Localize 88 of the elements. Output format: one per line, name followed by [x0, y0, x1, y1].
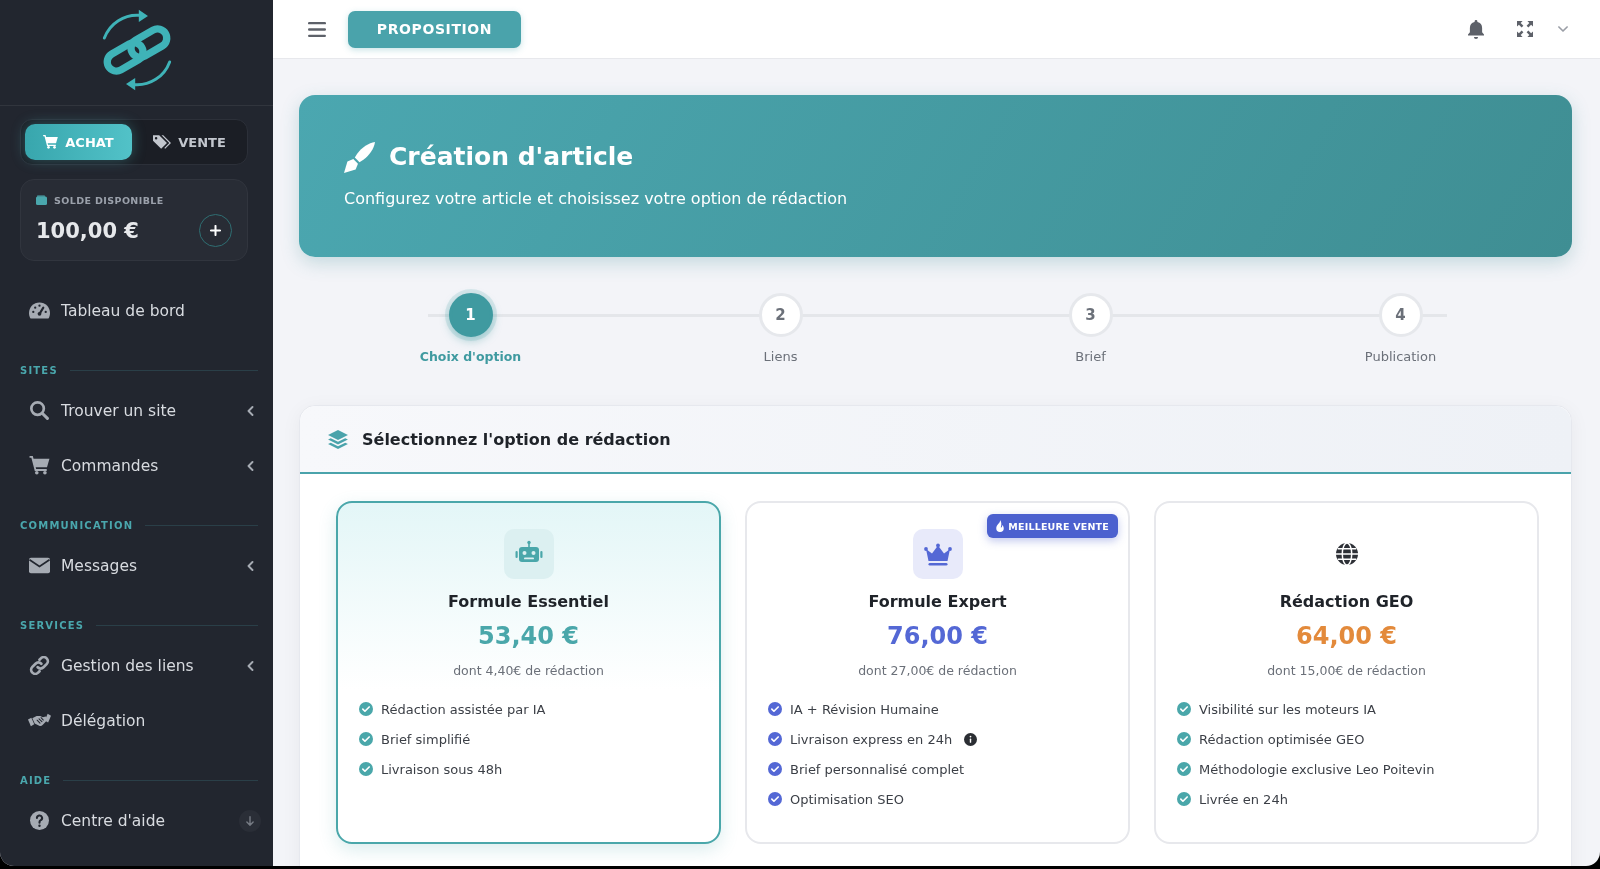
cart-icon	[29, 456, 50, 475]
check-circle-icon	[768, 732, 782, 746]
option-card[interactable]: Formule Essentiel 53,40 € dont 4,40€ de rédaction Rédaction assistée par IA Brief simplifié Livraison sous 48h	[336, 501, 721, 844]
gauge-icon	[29, 301, 50, 320]
check-circle-icon	[1177, 762, 1191, 776]
nav-section-heading: COMMUNICATION	[20, 519, 134, 531]
notification-bell-icon[interactable]	[1468, 19, 1484, 39]
feature-text: Livraison express en 24h	[790, 731, 953, 747]
step-label: Brief	[1075, 348, 1106, 366]
globe-icon	[1335, 543, 1358, 565]
option-title: Rédaction GEO	[1279, 591, 1414, 613]
check-circle-icon	[768, 702, 782, 716]
layers-icon	[328, 429, 348, 449]
feature-text: Rédaction optimisée GEO	[1199, 731, 1365, 747]
check-circle-icon	[359, 732, 373, 746]
badge-label: MEILLEURE VENTE	[1008, 520, 1109, 532]
chevron-down-icon[interactable]	[1558, 26, 1568, 32]
check-circle-icon	[1177, 792, 1191, 806]
check-circle-icon	[359, 702, 373, 716]
step-indicator: 4	[1378, 293, 1423, 337]
nav-item[interactable]: Commandes	[20, 438, 258, 493]
menu-icon[interactable]	[308, 21, 326, 37]
option-title: Formule Expert	[868, 591, 1007, 613]
price-detail: dont 15,00€ de rédaction	[1267, 662, 1426, 680]
fullscreen-icon[interactable]	[1517, 21, 1533, 37]
feature-text: Rédaction assistée par IA	[381, 701, 546, 717]
check-circle-icon	[768, 762, 782, 776]
nav-section-heading: SITES	[20, 364, 58, 376]
nav-section-heading: SERVICES	[20, 619, 85, 631]
nav-item[interactable]: Centre d'aide	[20, 793, 258, 848]
balance-label: SOLDE DISPONIBLE	[54, 194, 164, 206]
feature-text: Méthodologie exclusive Leo Poitevin	[1199, 761, 1435, 777]
price-detail: dont 4,40€ de rédaction	[453, 662, 604, 680]
price-detail: dont 27,00€ de rédaction	[858, 662, 1017, 680]
handshake-icon	[28, 713, 51, 728]
page-subtitle: Configurez votre article et choisissez votre option de rédaction	[344, 188, 849, 210]
option-card[interactable]: Rédaction GEO 64,00 € dont 15,00€ de rédaction Visibilité sur les moteurs IA Rédaction optimisée GEO Méthodologie exclusive Leo Poitevin Livrée en 24h	[1154, 501, 1539, 844]
scroll-down-button[interactable]	[239, 810, 261, 832]
option-price: 76,00 €	[887, 621, 988, 651]
feature-text: Livrée en 24h	[1199, 791, 1288, 807]
check-circle-icon	[1177, 702, 1191, 716]
page-title: Création d'article	[389, 141, 634, 173]
arrow-down-icon	[246, 816, 254, 826]
plus-icon	[210, 225, 221, 236]
step-label: Liens	[763, 348, 798, 366]
feature-text: Optimisation SEO	[790, 791, 904, 807]
cart-icon	[43, 135, 59, 149]
nav-item[interactable]: Délégation	[20, 693, 258, 748]
feature-text: Visibilité sur les moteurs IA	[1199, 701, 1376, 717]
balance-amount: 100,00 €	[36, 218, 139, 243]
step-indicator: 3	[1068, 293, 1113, 337]
feature-text: Brief personnalisé complet	[790, 761, 965, 777]
feature-text: Livraison sous 48h	[381, 761, 503, 777]
check-circle-icon	[1177, 732, 1191, 746]
nav-item[interactable]: Messages	[20, 538, 258, 593]
chevron-left-icon	[247, 405, 254, 416]
nav-item[interactable]: Trouver un site	[20, 383, 258, 438]
nav-item[interactable]: Tableau de bord	[20, 283, 258, 338]
option-title: Formule Essentiel	[448, 591, 609, 613]
step-label: Publication	[1364, 348, 1437, 366]
chevron-left-icon	[247, 560, 254, 571]
option-price: 64,00 €	[1296, 621, 1397, 651]
feature-text: IA + Révision Humaine	[790, 701, 939, 717]
nav-item[interactable]: Gestion des liens	[20, 638, 258, 693]
robot-icon	[503, 529, 554, 579]
help-icon	[29, 811, 50, 830]
link-icon	[29, 656, 50, 675]
envelope-icon	[29, 556, 50, 575]
step-indicator: 1	[448, 293, 493, 337]
chevron-left-icon	[247, 460, 254, 471]
step-label: Choix d'option	[419, 348, 522, 366]
feature-text: Brief simplifié	[381, 731, 471, 747]
check-circle-icon	[359, 762, 373, 776]
wallet-icon	[36, 195, 47, 205]
info-icon[interactable]	[964, 732, 978, 746]
crown-icon	[912, 529, 963, 579]
flame-icon	[996, 520, 1005, 532]
option-price: 53,40 €	[478, 621, 579, 651]
tags-icon	[153, 135, 172, 149]
mode-tab[interactable]: VENTE	[136, 124, 243, 160]
step-indicator: 2	[758, 293, 803, 337]
panel-title: Sélectionnez l'option de rédaction	[362, 429, 671, 449]
search-icon	[29, 401, 50, 420]
nav-section-heading: AIDE	[20, 774, 52, 786]
pen-icon	[344, 141, 375, 173]
check-circle-icon	[768, 792, 782, 806]
option-card[interactable]: MEILLEURE VENTE Formule Expert 76,00 € dont 27,00€ de rédaction IA + Révision Humaine Livraison express en 24h Brief personnalisé complet Optimisation SEO	[745, 501, 1130, 844]
chevron-left-icon	[247, 660, 254, 671]
